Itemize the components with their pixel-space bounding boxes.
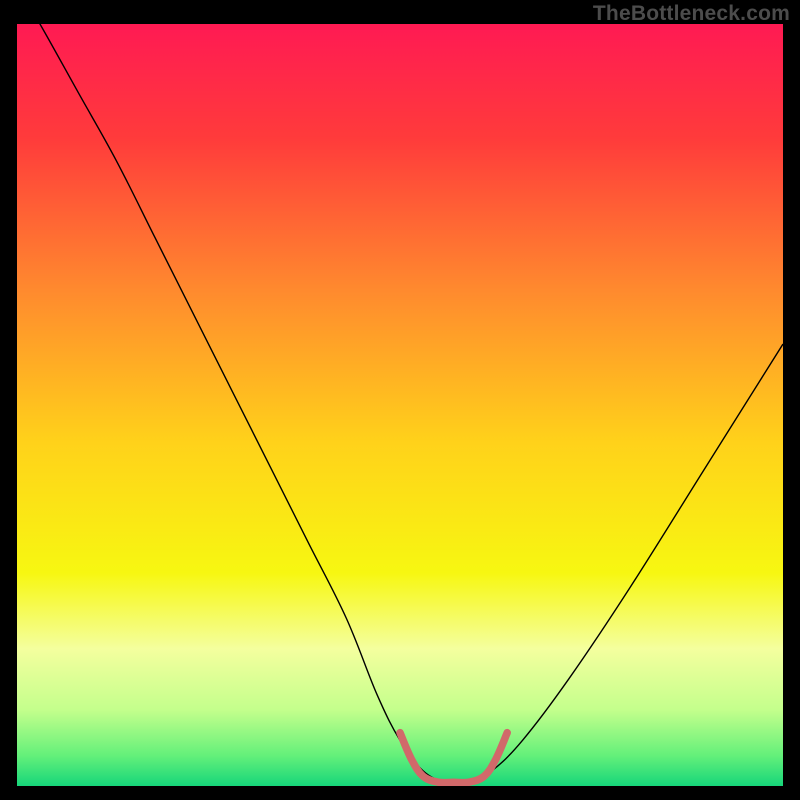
chart-svg	[17, 24, 783, 786]
chart-frame: TheBottleneck.com	[0, 0, 800, 800]
plot-area	[17, 24, 783, 786]
watermark-text: TheBottleneck.com	[593, 2, 790, 26]
gradient-background	[17, 24, 783, 786]
